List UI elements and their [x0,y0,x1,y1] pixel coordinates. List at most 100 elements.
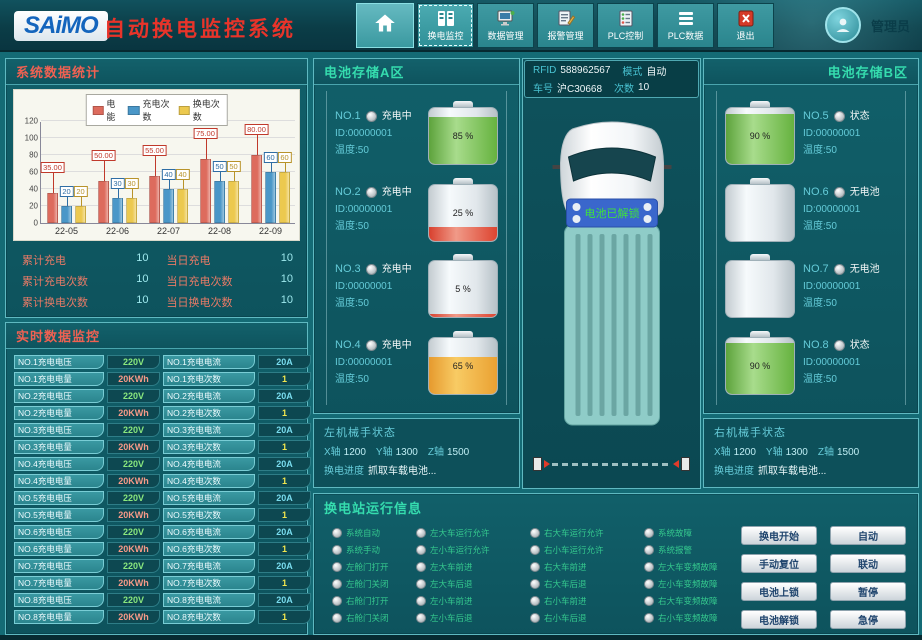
battery-id: ID:00000001 [803,278,897,295]
rt-value: 220V [107,525,160,539]
conveyor-track [552,463,671,466]
user-avatar-icon [825,7,861,43]
rt-value: 220V [107,389,160,403]
status-indicator: 右大车后退 [530,577,642,591]
control-button-换电开始[interactable]: 换电开始 [741,526,817,545]
battery-info: NO.3充电中ID:00000001温度:50 [335,261,420,312]
control-button-手动复位[interactable]: 手动复位 [741,554,817,573]
battery-status-indicator-icon [834,111,845,122]
legend-item: 电能 [92,97,120,123]
battery-no: NO.8 [803,337,829,354]
summary-value: 10 [281,294,293,310]
battery-body: 85 % [428,107,498,165]
y-tick-label: 60 [29,168,38,177]
nav-button-退出[interactable]: 退出 [717,3,774,48]
rt-label: NO.5充电电流 [163,491,255,505]
label-whisker [81,197,82,206]
label-whisker [53,173,54,193]
rt-value: 20A [258,355,311,369]
conveyor-arrow-left-icon [673,460,679,468]
storage-a-panel: 电池存储A区 NO.1充电中ID:00000001温度:5085 %NO.2充电… [313,58,520,414]
rt-label: NO.7充电次数 [163,576,255,590]
axis-value: 1300 [786,447,808,458]
summary-value: 10 [281,252,293,268]
bar-电能 [200,159,211,223]
bar-value-label: 60 [277,152,291,163]
axis-readout: X轴1200 [714,447,756,458]
label-whisker [155,156,156,176]
robot-left-status: 左机械手状态 X轴1200Y轴1300Z轴1500 换电进度抓取车载电池... [313,418,520,488]
battery-temp: 温度:50 [803,371,897,388]
status-indicator: 系统自动 [332,526,414,540]
indicator-lamp-icon [416,579,426,589]
axis-value: 1200 [734,447,756,458]
user-area[interactable]: 管理员 [825,7,910,43]
indicator-lamp-icon [644,562,654,572]
bar-电能 [98,181,109,224]
battery-temp: 温度:50 [803,218,897,235]
battery-id: ID:00000001 [335,125,420,142]
indicator-lamp-icon [530,613,540,623]
nav-button-数据管理[interactable]: 数据管理 [477,3,534,48]
battery-info: NO.2充电中ID:00000001温度:50 [335,184,420,235]
rt-value: 1 [258,440,311,454]
bar-充电次数 [214,181,225,224]
indicator-label: 左大车运行允许 [430,527,490,539]
control-button-暂停[interactable]: 暂停 [830,582,906,601]
battery-status: 充电中 [382,108,412,125]
battery-info: NO.6无电池ID:00000001温度:50 [803,184,897,235]
control-button-电池上锁[interactable]: 电池上锁 [741,582,817,601]
rt-label: NO.6充电电压 [14,525,104,539]
indicator-lamp-icon [644,528,654,538]
vehicle-top-view: 电池已解锁 [534,107,689,442]
indicator-column: 右大车运行允许右小车运行允许右大车前进右大车后退右小车前进右小车后退 [530,526,642,625]
bar-充电次数 [163,189,174,223]
battery-percent: 90 % [726,108,794,164]
battery-temp: 温度:50 [335,295,420,312]
home-button[interactable] [356,3,414,48]
rt-label: NO.6充电次数 [163,542,255,556]
battery-percent: 5 % [429,261,497,317]
indicator-label: 右舱门打开 [346,595,389,607]
battery-slot-NO.5: 90 %NO.5状态ID:00000001温度:50 [725,101,897,165]
battery-status: 充电中 [382,261,412,278]
nav-button-换电监控[interactable]: 换电监控 [417,3,474,48]
control-button-电池解锁[interactable]: 电池解锁 [741,610,817,629]
control-button-自动[interactable]: 自动 [830,526,906,545]
status-indicator: 系统手动 [332,543,414,557]
label-whisker [220,172,221,181]
summary-item: 当日换电次数10 [163,294,298,310]
rt-value: 20A [258,525,311,539]
rt-value: 1 [258,372,311,386]
battery-cap [750,178,770,184]
bar-value-label: 55.00 [142,145,167,156]
y-tick-label: 40 [29,185,38,194]
battery-percent: 65 % [429,338,497,394]
summary-item: 当日充电次数10 [163,273,298,289]
axis-value: 1200 [344,447,366,458]
nav-button-PLC控制[interactable]: PLC控制 [597,3,654,48]
status-indicator: 左大车运行允许 [416,526,528,540]
control-button-联动[interactable]: 联动 [830,554,906,573]
rt-label: NO.4充电电流 [163,457,255,471]
nav-button-报警管理[interactable]: 报警管理 [537,3,594,48]
battery-info: NO.5状态ID:00000001温度:50 [803,108,897,159]
rt-value: 220V [107,423,160,437]
battery-graphic: 90 % [725,331,795,395]
nav-button-label: 退出 [736,29,754,42]
rt-label: NO.5充电电量 [14,508,104,522]
battery-id: ID:00000001 [335,278,420,295]
indicator-label: 左舱门关闭 [346,578,389,590]
indicator-label: 左大车变频故障 [658,561,718,573]
battery-body [725,260,795,318]
nav-button-PLC数据[interactable]: PLC数据 [657,3,714,48]
indicator-lamp-icon [530,545,540,555]
bar-value-label: 75.00 [193,128,218,139]
label-whisker [285,163,286,172]
battery-slot-NO.4: NO.4充电中ID:00000001温度:5065 % [335,331,498,395]
rt-value: 1 [258,474,311,488]
axis-readout: Z轴1500 [428,447,469,458]
control-button-急停[interactable]: 急停 [830,610,906,629]
axis-readout: X轴1200 [324,447,366,458]
battery-no: NO.2 [335,184,361,201]
